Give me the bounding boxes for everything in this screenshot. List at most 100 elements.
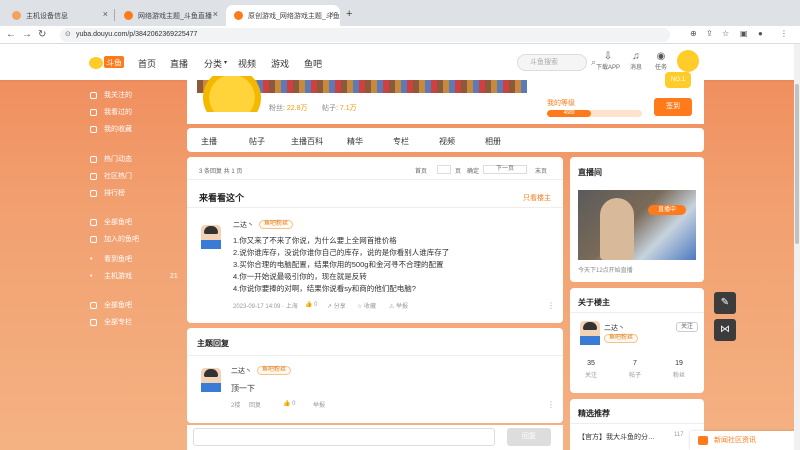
- close-tab-icon[interactable]: ×: [329, 9, 334, 19]
- tab-featured[interactable]: 精华: [347, 136, 363, 147]
- header-messages[interactable]: ♫ 消息: [624, 51, 648, 71]
- notification-icon: [698, 436, 708, 445]
- more-options-icon[interactable]: ⋮: [547, 301, 555, 310]
- page-number-input[interactable]: [437, 165, 451, 174]
- host-badge: 鱼吧粉丝: [604, 334, 639, 343]
- author-name[interactable]: 二达丶: [233, 220, 254, 230]
- sidebar-item-joined[interactable]: 加入的鱼吧: [90, 232, 139, 246]
- host-name[interactable]: 二达丶: [604, 323, 625, 333]
- reply-report-button[interactable]: 举报: [313, 400, 325, 409]
- bullet-icon: •: [90, 255, 93, 263]
- nav-video[interactable]: 视频: [238, 57, 256, 70]
- share-float-button[interactable]: ⋈: [714, 319, 736, 341]
- recommend-item[interactable]: 【官方】我大斗鱼的分…: [578, 432, 655, 442]
- user-avatar[interactable]: [677, 50, 699, 72]
- reply-more-icon[interactable]: ⋮: [547, 400, 555, 409]
- trophy-icon: [90, 189, 97, 197]
- sidebar-item-community[interactable]: 社区热门: [90, 169, 132, 183]
- edit-post-button[interactable]: ✎: [714, 292, 736, 314]
- star-icon[interactable]: ☆: [722, 29, 729, 38]
- like-button[interactable]: 👍 0: [305, 301, 317, 308]
- nav-category[interactable]: 分类: [204, 57, 222, 70]
- confirm-page-button[interactable]: 确定: [467, 166, 479, 175]
- url-input[interactable]: ⊙ yuba.douyu.com/p/3842062369225477: [60, 28, 670, 42]
- header-download[interactable]: ⇩ 下载APP: [596, 51, 620, 71]
- author-badge: 鱼吧粉丝: [259, 220, 294, 229]
- sidebar-item-ranking[interactable]: 排行榜: [90, 186, 125, 200]
- column-icon: [90, 318, 97, 326]
- author-avatar[interactable]: [201, 225, 221, 249]
- menu-icon[interactable]: ⋮: [780, 29, 788, 38]
- reply-text: 顶一下: [231, 384, 255, 393]
- level-box: 我的等级 4680: [547, 98, 642, 120]
- rank-badge: NO.1: [665, 72, 691, 88]
- live-thumbnail[interactable]: 直播中: [578, 190, 696, 260]
- posts-stat: 帖子: 7.1万: [322, 105, 357, 112]
- yuba-avatar[interactable]: [197, 76, 267, 112]
- only-host-link[interactable]: 只看楼主: [523, 193, 551, 203]
- sidebar-item-console[interactable]: • 主机游戏 21: [90, 269, 180, 283]
- reply-author-name[interactable]: 二达丶: [231, 366, 252, 376]
- nav-home[interactable]: 首页: [138, 57, 156, 70]
- share-button[interactable]: ↗ 分享: [327, 301, 346, 310]
- tab-title: 原创游戏_网络游戏主题_斗鱼直播: [248, 12, 340, 20]
- browser-tab-2[interactable]: 网络游戏主题_斗鱼直播 ×: [116, 5, 224, 26]
- sidebar-item-following[interactable]: 我关注的: [90, 88, 132, 102]
- sidebar-item-all-yuba-2[interactable]: 全部鱼吧: [90, 298, 132, 312]
- reload-icon[interactable]: ↻: [38, 29, 46, 40]
- sidebar-item-favorites[interactable]: 我的收藏: [90, 122, 132, 136]
- back-icon[interactable]: ←: [6, 29, 16, 40]
- sidebar-item-all-yuba[interactable]: 全部鱼吧: [90, 215, 132, 229]
- reply-avatar[interactable]: [201, 368, 221, 392]
- reply-like-button[interactable]: 👍 0: [283, 400, 295, 407]
- next-page-button[interactable]: 下一页: [483, 165, 527, 174]
- first-page-link[interactable]: 首页: [415, 166, 427, 175]
- close-tab-icon[interactable]: ×: [103, 9, 108, 19]
- last-page-link[interactable]: 末页: [535, 166, 547, 175]
- browser-tab-1[interactable]: 主机设备信息 ×: [4, 5, 114, 26]
- browser-tab-strip: 主机设备信息 × 网络游戏主题_斗鱼直播 × 原创游戏_网络游戏主题_斗鱼直播 …: [0, 0, 800, 26]
- send-reply-button[interactable]: 回复: [507, 428, 551, 446]
- address-bar: ← → ↻ ⊙ yuba.douyu.com/p/384206236922547…: [0, 26, 800, 44]
- douyu-logo[interactable]: 斗鱼: [88, 53, 126, 71]
- tab-albums[interactable]: 相册: [485, 136, 501, 147]
- about-host-card: 关于楼主 二达丶 鱼吧粉丝 关注 35 关注 7 帖子 19 粉丝: [570, 288, 704, 393]
- forward-icon[interactable]: →: [22, 29, 32, 40]
- tab-wiki[interactable]: 主播百科: [291, 136, 323, 147]
- tab-posts[interactable]: 帖子: [249, 136, 265, 147]
- report-button[interactable]: ⚠ 举报: [389, 301, 408, 310]
- host-avatar[interactable]: [580, 321, 600, 345]
- reply-button[interactable]: 回复: [249, 400, 261, 409]
- nav-games[interactable]: 游戏: [271, 57, 289, 70]
- sidebar-item-columns[interactable]: 全部专栏: [90, 315, 132, 329]
- favorite-button[interactable]: ☆ 收藏: [357, 301, 376, 310]
- nav-live[interactable]: 直播: [170, 57, 188, 70]
- nav-yuba[interactable]: 鱼吧: [304, 57, 322, 70]
- tab-columns[interactable]: 专栏: [393, 136, 409, 147]
- page-scrollbar[interactable]: [794, 44, 800, 450]
- scrollbar-thumb[interactable]: [795, 84, 799, 244]
- bell-icon: ♫: [632, 51, 640, 62]
- close-tab-icon[interactable]: ×: [213, 9, 218, 19]
- tab-host[interactable]: 主播: [201, 136, 217, 147]
- search-input[interactable]: 斗鱼搜索: [517, 54, 587, 71]
- extensions-icon[interactable]: ▣: [740, 29, 748, 38]
- tab-videos[interactable]: 视频: [439, 136, 455, 147]
- page-viewport: 斗鱼 首页 直播 分类 ▾ 视频 游戏 鱼吧 斗鱼搜索 ⌕ ⇩ 下载APP ♫ 消息…: [0, 44, 800, 450]
- share-icon[interactable]: ⇪: [706, 29, 713, 38]
- reply-textarea[interactable]: [193, 428, 495, 446]
- browser-tab-3[interactable]: 原创游戏_网络游戏主题_斗鱼直播 ×: [226, 5, 340, 26]
- notification-toast[interactable]: 新闻社区资讯: [690, 431, 800, 450]
- sidebar-item-history[interactable]: 我看过的: [90, 105, 132, 119]
- header-tasks[interactable]: ◉ 任务: [649, 51, 673, 71]
- new-tab-button[interactable]: +: [346, 8, 352, 20]
- sidebar-item-hot[interactable]: 热门动态: [90, 152, 132, 166]
- sidebar-item-browse[interactable]: • 看到鱼吧: [90, 252, 132, 266]
- sign-in-button[interactable]: 签到: [654, 98, 692, 116]
- profile-icon[interactable]: ●: [758, 29, 763, 38]
- zoom-icon[interactable]: ⊕: [690, 29, 697, 38]
- posts-count: 7: [633, 360, 637, 367]
- about-title: 关于楼主: [578, 298, 610, 307]
- follow-button[interactable]: 关注: [676, 322, 698, 332]
- following-count: 35: [587, 360, 595, 367]
